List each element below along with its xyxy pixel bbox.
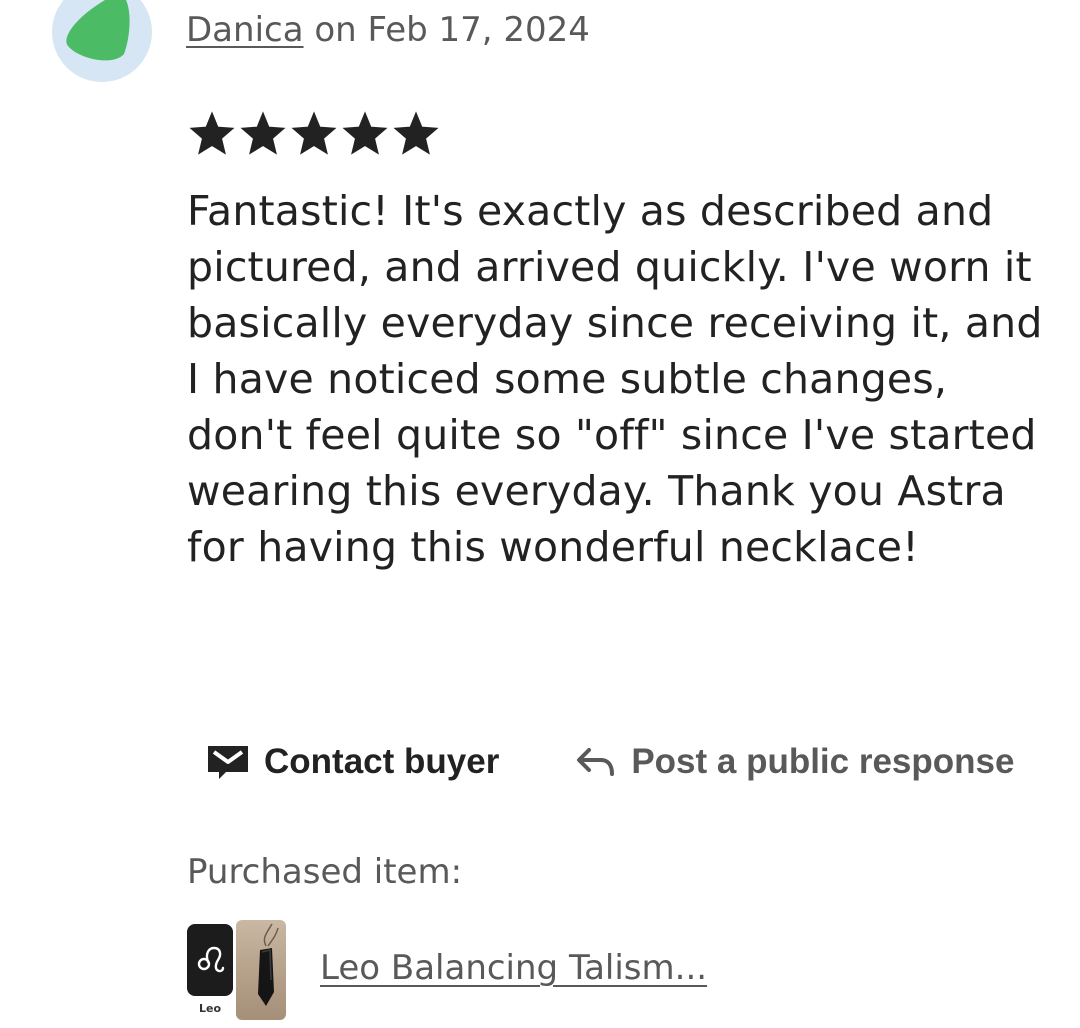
avatar[interactable] <box>52 0 152 82</box>
purchased-item-link[interactable]: Leo Balancing Talism... <box>320 948 707 988</box>
post-public-response-button[interactable]: Post a public response <box>575 742 1014 782</box>
review-date: Feb 17, 2024 <box>367 10 590 50</box>
contact-buyer-label: Contact buyer <box>264 742 500 781</box>
star-icon <box>189 111 235 155</box>
star-icon <box>291 111 337 155</box>
avatar-shape-icon <box>66 0 130 61</box>
date-prefix: on <box>314 10 357 50</box>
contact-buyer-button[interactable]: Contact buyer <box>206 742 499 782</box>
item-thumbnail[interactable]: Leo <box>187 920 287 1020</box>
leo-card <box>187 924 233 996</box>
review-actions: Contact buyer Post a public response <box>206 742 1014 782</box>
star-icon <box>393 111 439 155</box>
leo-symbol-icon <box>197 946 225 973</box>
reply-arrow-icon <box>575 744 617 780</box>
leo-thumbnail: Leo <box>187 924 237 1016</box>
star-rating <box>188 110 440 158</box>
envelope-icon <box>206 743 250 781</box>
thumbnail-caption: Leo <box>198 1002 222 1015</box>
reviewer-name-link[interactable]: Danica <box>186 10 304 50</box>
star-icon <box>240 111 286 155</box>
necklace-photo <box>236 920 286 1020</box>
review-text: Fantastic! It's exactly as described and… <box>187 187 1043 571</box>
purchased-item-label: Purchased item: <box>187 852 463 892</box>
star-icon <box>342 111 388 155</box>
post-public-response-label: Post a public response <box>631 742 1015 781</box>
review-meta: Danica on Feb 17, 2024 <box>186 10 590 50</box>
